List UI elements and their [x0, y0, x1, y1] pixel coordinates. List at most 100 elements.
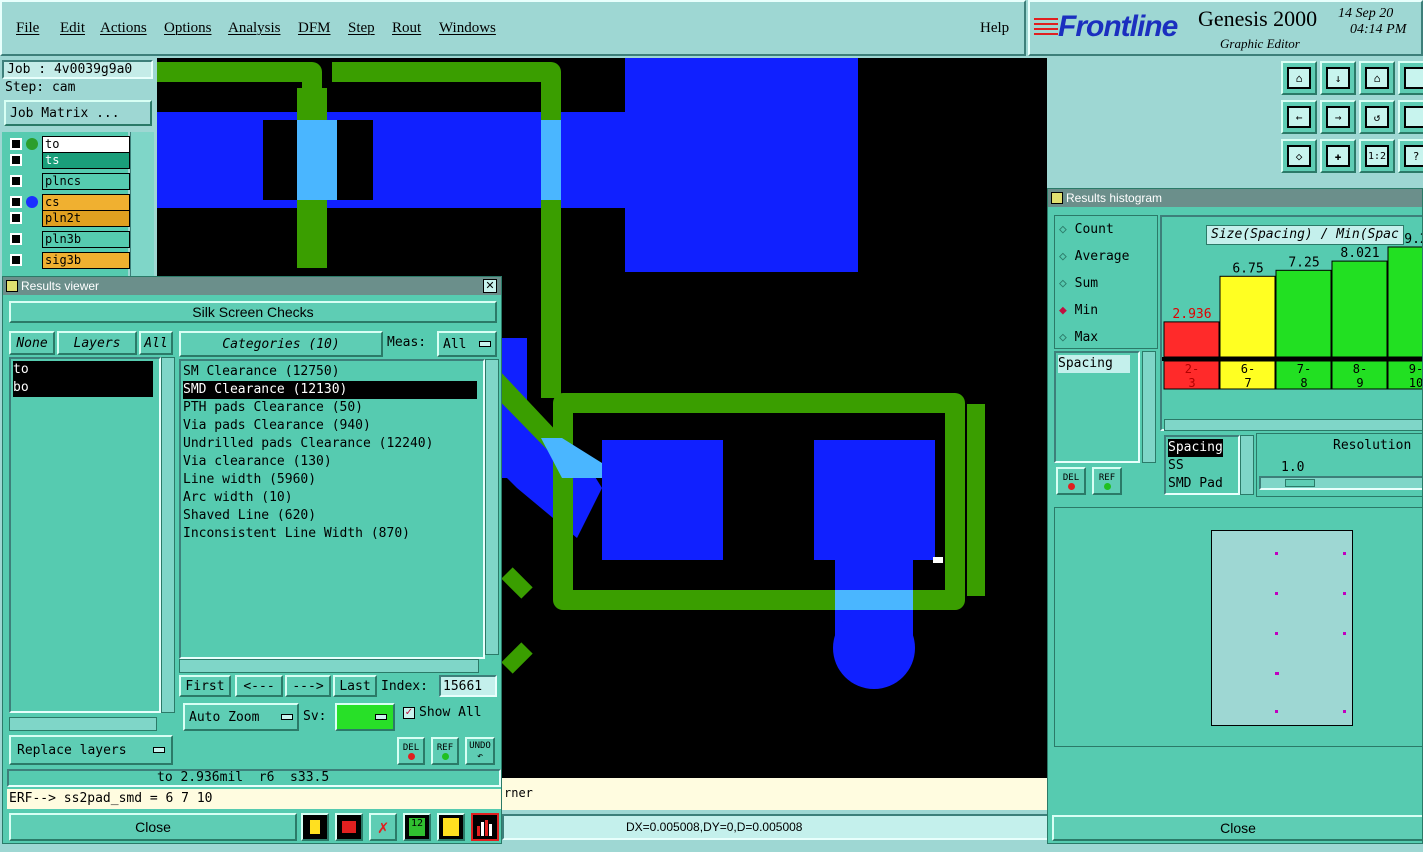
categories-button[interactable]: Categories (10)	[179, 331, 383, 357]
first-button[interactable]: First	[179, 675, 231, 697]
radio-max[interactable]: ◇ Max	[1059, 330, 1098, 345]
histogram-titlebar[interactable]: Results histogram	[1048, 189, 1422, 207]
sv-color-select[interactable]	[335, 703, 395, 731]
results-close-button[interactable]: Close	[9, 813, 297, 841]
tool-extra-icon[interactable]	[1398, 61, 1423, 95]
menu-actions[interactable]: Actions	[100, 20, 147, 37]
slider-thumb[interactable]	[1285, 479, 1315, 487]
del-button[interactable]: DEL	[397, 737, 425, 765]
layer-row-cs[interactable]: cs	[8, 194, 130, 211]
menu-file[interactable]: File	[16, 20, 39, 37]
layer-checkbox[interactable]	[10, 212, 22, 224]
category-item[interactable]: Via clearance (130)	[183, 453, 332, 471]
layer-checkbox[interactable]	[10, 138, 22, 150]
menu-options[interactable]: Options	[164, 20, 212, 37]
histogram-icon[interactable]	[471, 813, 499, 841]
tool-scale-icon[interactable]: 1:2	[1359, 139, 1395, 173]
list-item[interactable]: SS	[1168, 457, 1184, 475]
radio-average[interactable]: ◇ Average	[1059, 249, 1129, 264]
tool-down-icon[interactable]: ↓	[1320, 61, 1356, 95]
category-item[interactable]: Undrilled pads Clearance (12240)	[183, 435, 433, 453]
layer-row-pln3b[interactable]: pln3b	[8, 231, 130, 248]
layer-row-plncs[interactable]: plncs	[8, 173, 130, 190]
menu-help[interactable]: Help	[980, 20, 1009, 37]
list-item[interactable]: Spacing	[1168, 439, 1223, 457]
menu-dfm[interactable]: DFM	[298, 20, 331, 37]
list-item[interactable]: SMD Pad	[1168, 475, 1223, 493]
meas-select[interactable]: All	[437, 331, 497, 357]
list-item[interactable]: Spacing	[1058, 355, 1130, 373]
radio-count[interactable]: ◇ Count	[1059, 222, 1114, 237]
next-button[interactable]: --->	[285, 675, 331, 697]
layer-checkbox[interactable]	[10, 175, 22, 187]
list-item[interactable]: bo	[13, 379, 153, 397]
layer-checkbox[interactable]	[10, 254, 22, 266]
menu-step[interactable]: Step	[348, 20, 375, 37]
category-item[interactable]: Arc width (10)	[183, 489, 293, 507]
category-item[interactable]: Via pads Clearance (940)	[183, 417, 371, 435]
resolution-slider[interactable]	[1259, 476, 1422, 490]
hist-ref-button[interactable]: REF	[1092, 467, 1122, 495]
undo-button[interactable]: UNDO ↶	[465, 737, 495, 765]
layer-checkbox[interactable]	[10, 196, 22, 208]
show-all-checkbox[interactable]: ✓	[403, 707, 415, 719]
category-hscroll[interactable]	[179, 659, 479, 673]
none-button[interactable]: None	[9, 331, 55, 355]
results-viewer-titlebar[interactable]: Results viewer ✕	[3, 277, 501, 295]
chart-hscroll[interactable]	[1164, 419, 1422, 431]
param-list[interactable]: Spacing SS SMD Pad	[1164, 435, 1240, 495]
layer-list-hscroll[interactable]	[9, 717, 157, 731]
layer-checkbox[interactable]	[10, 154, 22, 166]
replace-layers-button[interactable]: Replace layers	[9, 735, 173, 765]
layer-row-ts[interactable]: ts	[8, 152, 130, 169]
measure-list-scroll[interactable]	[1142, 351, 1156, 463]
layer-row-sig3b[interactable]: sig3b	[8, 252, 130, 269]
prev-button[interactable]: <---	[235, 675, 283, 697]
last-button[interactable]: Last	[333, 675, 377, 697]
histogram-bar[interactable]	[1387, 246, 1423, 358]
category-item[interactable]: Inconsistent Line Width (870)	[183, 525, 410, 543]
tool-right-icon[interactable]: →	[1320, 100, 1356, 134]
layer-scrollbar[interactable]	[130, 132, 154, 276]
measure-list[interactable]: Spacing	[1054, 351, 1140, 463]
category-item[interactable]: SM Clearance (12750)	[183, 363, 340, 381]
category-item-selected[interactable]: SMD Clearance (12130)	[183, 381, 477, 399]
category-item[interactable]: PTH pads Clearance (50)	[183, 399, 363, 417]
all-button[interactable]: All	[139, 331, 173, 355]
tool-zoom-fit-icon[interactable]: ◇	[1281, 139, 1317, 173]
category-item[interactable]: Line width (5960)	[183, 471, 316, 489]
bar-chart-yellow-icon[interactable]	[301, 813, 329, 841]
layer-row-pln2t[interactable]: pln2t	[8, 210, 130, 227]
histogram-bar[interactable]	[1275, 269, 1332, 358]
tool-home-icon[interactable]: ⌂	[1281, 61, 1317, 95]
histogram-bar[interactable]	[1219, 275, 1276, 358]
tool-house-icon[interactable]: ⌂	[1359, 61, 1395, 95]
check-green-icon[interactable]: 12	[403, 813, 431, 841]
layer-row-to[interactable]: to	[8, 136, 130, 153]
menu-analysis[interactable]: Analysis	[228, 20, 281, 37]
tool-extra2-icon[interactable]	[1398, 100, 1423, 134]
job-matrix-button[interactable]: Job Matrix ...	[4, 100, 152, 126]
tool-zoom-in-icon[interactable]: ✚	[1320, 139, 1356, 173]
category-item[interactable]: Shaved Line (620)	[183, 507, 316, 525]
note-yellow-icon[interactable]	[437, 813, 465, 841]
auto-zoom-select[interactable]: Auto Zoom	[183, 703, 299, 731]
tool-rotate-icon[interactable]: ↺	[1359, 100, 1395, 134]
menu-windows[interactable]: Windows	[439, 20, 496, 37]
radio-min[interactable]: ◆ Min	[1059, 303, 1098, 318]
histogram-bar[interactable]	[1163, 321, 1220, 358]
histogram-bar[interactable]	[1331, 260, 1388, 358]
layer-checkbox[interactable]	[10, 233, 22, 245]
tool-help-icon[interactable]: ?	[1398, 139, 1423, 173]
histogram-close-button[interactable]: Close	[1052, 815, 1422, 841]
list-item[interactable]: to	[13, 361, 153, 379]
layers-button[interactable]: Layers	[57, 331, 137, 355]
radio-sum[interactable]: ◇ Sum	[1059, 276, 1098, 291]
cross-icon[interactable]: ✗	[369, 813, 397, 841]
layer-result-list[interactable]: to bo	[9, 357, 161, 713]
close-icon[interactable]: ✕	[483, 279, 497, 293]
menu-edit[interactable]: Edit	[60, 20, 85, 37]
category-vscroll[interactable]	[485, 359, 499, 655]
hist-del-button[interactable]: DEL	[1056, 467, 1086, 495]
category-list[interactable]: SM Clearance (12750) SMD Clearance (1213…	[179, 359, 485, 659]
